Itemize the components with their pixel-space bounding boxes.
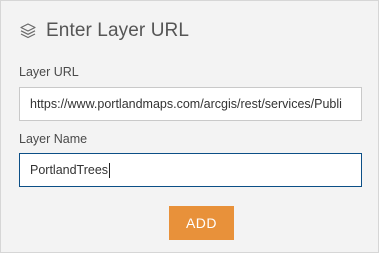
layer-name-label: Layer Name bbox=[19, 132, 88, 146]
add-button[interactable]: ADD bbox=[169, 206, 234, 240]
layer-url-label: Layer URL bbox=[19, 65, 79, 79]
layer-url-input[interactable]: https://www.portlandmaps.com/arcgis/rest… bbox=[19, 87, 362, 121]
layer-url-value: https://www.portlandmaps.com/arcgis/rest… bbox=[30, 97, 342, 111]
panel-header: Enter Layer URL bbox=[19, 19, 189, 43]
add-layer-panel: Enter Layer URL Layer URL https://www.po… bbox=[0, 0, 379, 253]
layer-name-value: PortlandTrees bbox=[30, 163, 109, 177]
panel-title: Enter Layer URL bbox=[46, 20, 190, 41]
layer-name-input[interactable]: PortlandTrees bbox=[19, 153, 362, 187]
layers-icon bbox=[19, 22, 37, 40]
text-caret bbox=[109, 163, 111, 179]
